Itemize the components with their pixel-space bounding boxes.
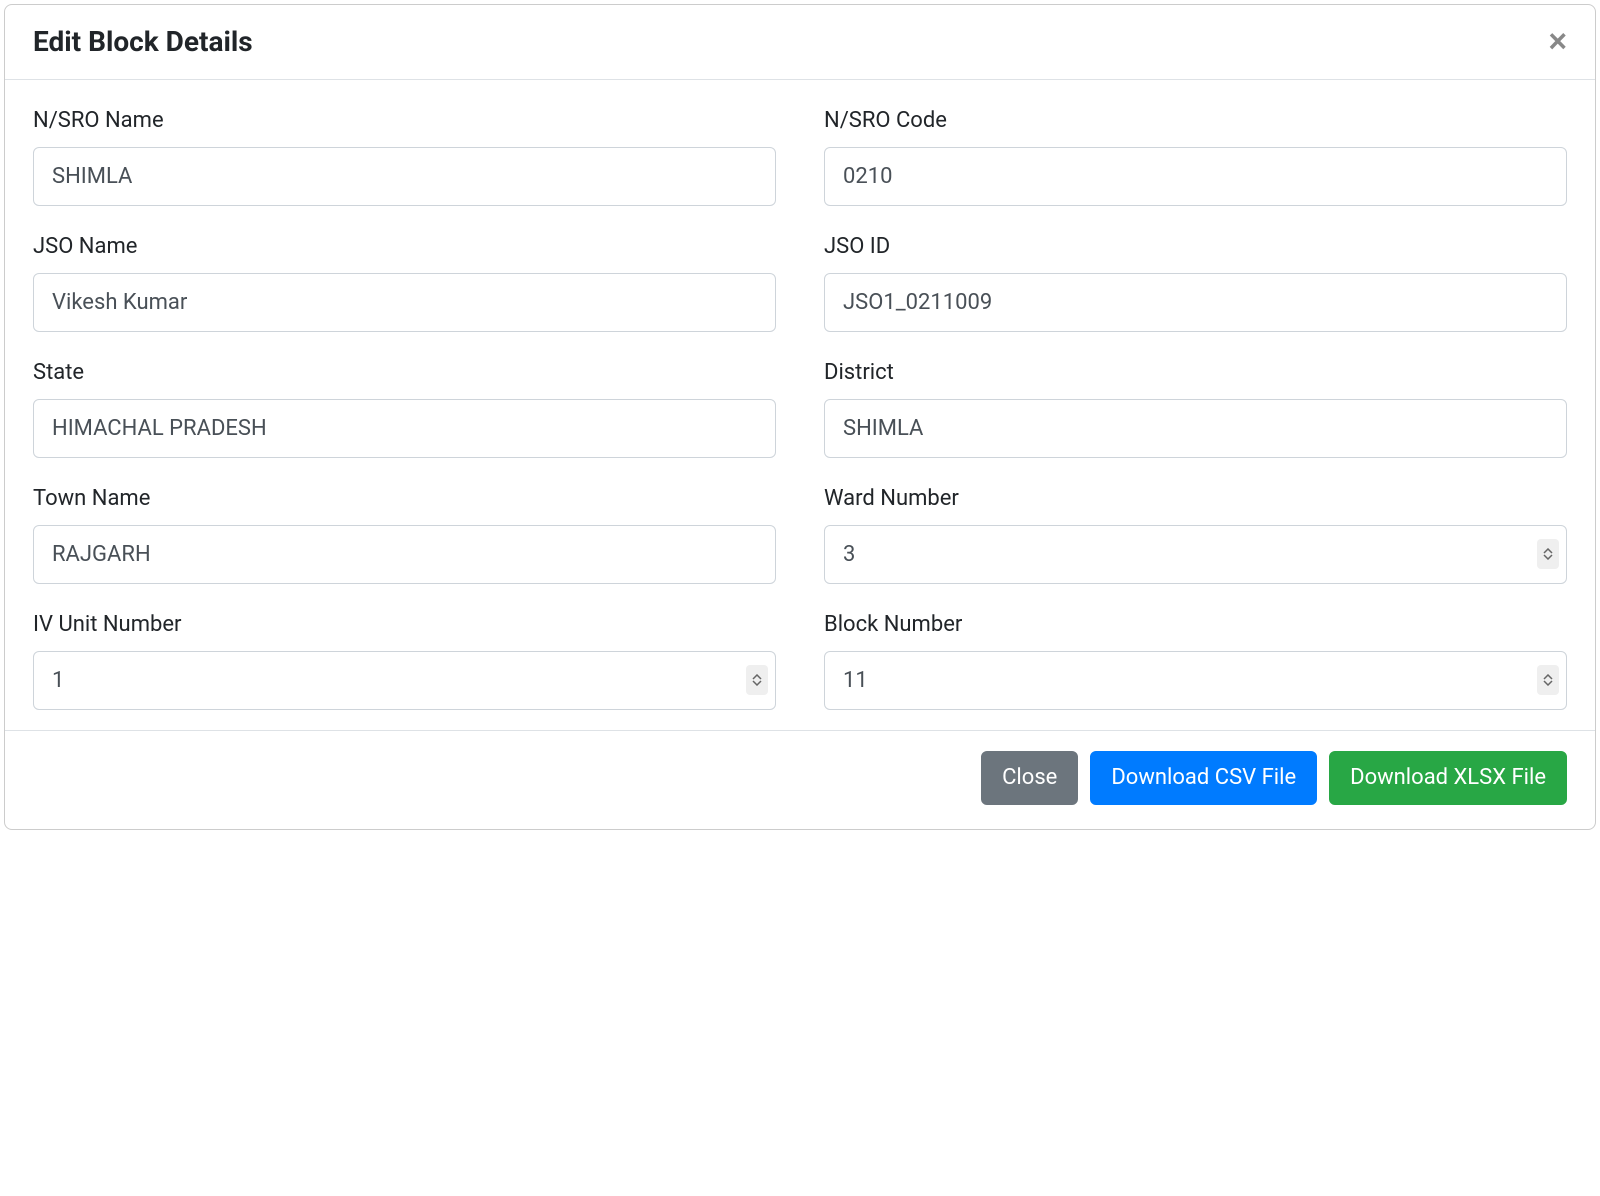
town-name-label: Town Name [33,486,776,511]
town-name-input[interactable] [33,525,776,584]
state-input[interactable] [33,399,776,458]
nsro-code-group: N/SRO Code [824,108,1567,206]
district-input[interactable] [824,399,1567,458]
block-number-label: Block Number [824,612,1567,637]
edit-block-details-modal: Edit Block Details × N/SRO Name N/SRO Co… [4,4,1596,830]
iv-unit-number-label: IV Unit Number [33,612,776,637]
chevron-down-icon [1543,554,1553,560]
nsro-name-label: N/SRO Name [33,108,776,133]
block-number-group: Block Number [824,612,1567,710]
modal-title: Edit Block Details [33,25,253,59]
nsro-code-input[interactable] [824,147,1567,206]
nsro-name-group: N/SRO Name [33,108,776,206]
modal-footer: Close Download CSV File Download XLSX Fi… [5,730,1595,830]
jso-name-label: JSO Name [33,234,776,259]
jso-name-group: JSO Name [33,234,776,332]
iv-unit-number-group: IV Unit Number [33,612,776,710]
nsro-name-input[interactable] [33,147,776,206]
state-label: State [33,360,776,385]
town-name-group: Town Name [33,486,776,584]
jso-name-input[interactable] [33,273,776,332]
ward-number-label: Ward Number [824,486,1567,511]
block-number-input[interactable] [824,651,1567,710]
download-csv-button[interactable]: Download CSV File [1090,751,1317,806]
iv-unit-number-stepper[interactable] [746,665,768,695]
close-button[interactable]: Close [981,751,1078,806]
jso-id-input[interactable] [824,273,1567,332]
district-group: District [824,360,1567,458]
modal-body: N/SRO Name N/SRO Code JSO Name JSO ID St… [5,80,1595,730]
jso-id-group: JSO ID [824,234,1567,332]
chevron-down-icon [1543,680,1553,686]
jso-id-label: JSO ID [824,234,1567,259]
chevron-down-icon [752,680,762,686]
ward-number-group: Ward Number [824,486,1567,584]
ward-number-input[interactable] [824,525,1567,584]
form-grid: N/SRO Name N/SRO Code JSO Name JSO ID St… [33,108,1567,710]
close-icon[interactable]: × [1548,25,1567,57]
ward-number-stepper[interactable] [1537,539,1559,569]
nsro-code-label: N/SRO Code [824,108,1567,133]
block-number-stepper[interactable] [1537,665,1559,695]
district-label: District [824,360,1567,385]
modal-header: Edit Block Details × [5,5,1595,80]
state-group: State [33,360,776,458]
download-xlsx-button[interactable]: Download XLSX File [1329,751,1567,806]
iv-unit-number-input[interactable] [33,651,776,710]
